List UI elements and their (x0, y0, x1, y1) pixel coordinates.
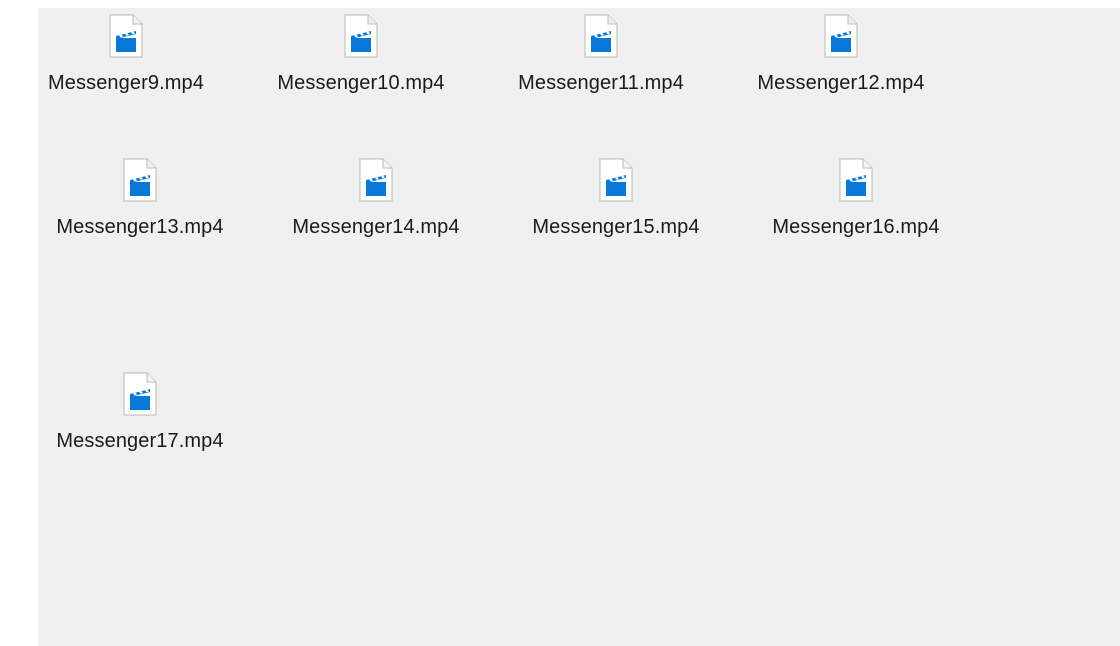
video-file-icon (109, 14, 143, 58)
video-file-icon (344, 14, 378, 58)
file-name-label: Messenger14.mp4 (292, 216, 460, 238)
video-file-icon (584, 14, 618, 58)
file-item-messenger12[interactable]: Messenger12.mp4 (736, 12, 946, 112)
video-file-icon (123, 372, 157, 416)
file-item-messenger11[interactable]: Messenger11.mp4 (496, 12, 706, 112)
file-item-messenger14[interactable]: Messenger14.mp4 (271, 156, 481, 256)
file-item-messenger16[interactable]: Messenger16.mp4 (751, 156, 961, 256)
video-file-icon (599, 158, 633, 202)
file-item-messenger13[interactable]: Messenger13.mp4 (35, 156, 245, 256)
file-list-pane[interactable]: Messenger9.mp4 Messenger10.mp4 Messenger… (38, 8, 1120, 646)
video-file-icon (824, 14, 858, 58)
video-file-icon (123, 158, 157, 202)
file-name-label: Messenger13.mp4 (56, 216, 224, 238)
file-item-messenger15[interactable]: Messenger15.mp4 (511, 156, 721, 256)
file-name-label: Messenger10.mp4 (277, 72, 445, 94)
file-name-label: Messenger9.mp4 (48, 72, 204, 94)
file-item-messenger10[interactable]: Messenger10.mp4 (256, 12, 466, 112)
file-item-messenger17[interactable]: Messenger17.mp4 (35, 370, 245, 470)
video-file-icon (359, 158, 393, 202)
file-name-label: Messenger12.mp4 (757, 72, 925, 94)
video-file-icon (839, 158, 873, 202)
file-name-label: Messenger15.mp4 (532, 216, 700, 238)
file-name-label: Messenger11.mp4 (518, 72, 684, 94)
file-name-label: Messenger16.mp4 (772, 216, 940, 238)
file-item-messenger9[interactable]: Messenger9.mp4 (21, 12, 231, 112)
file-name-label: Messenger17.mp4 (56, 430, 224, 452)
